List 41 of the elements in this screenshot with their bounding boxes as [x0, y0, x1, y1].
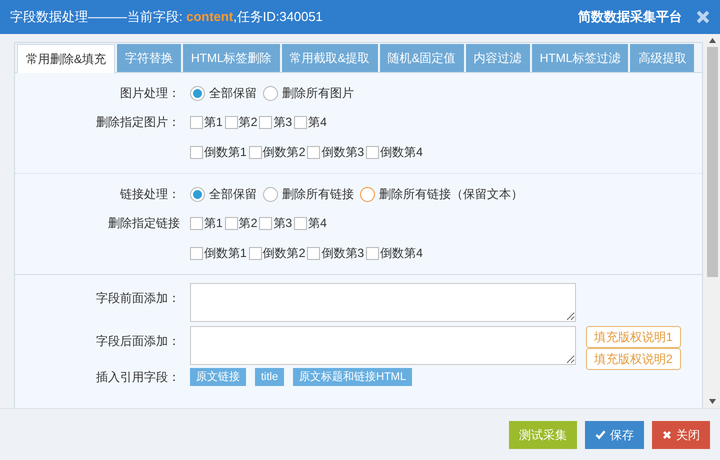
window-title: 字段数据处理———当前字段: content,任务ID:340051: [10, 8, 323, 26]
scroll-down-icon[interactable]: [709, 399, 716, 404]
scroll-up-icon[interactable]: [709, 38, 716, 43]
field-label: 图片处理：: [120, 85, 180, 102]
checkbox-option[interactable]: 倒数第2: [248, 143, 306, 161]
radio-option[interactable]: 全部保留: [190, 84, 257, 102]
checkbox-option[interactable]: 倒数第1: [190, 143, 247, 161]
checkbox-option[interactable]: 倒数第1: [190, 244, 247, 262]
checkbox-option[interactable]: 倒数第3: [307, 143, 364, 161]
checkbox-option[interactable]: 第3: [259, 214, 292, 232]
radio-option[interactable]: 全部保留: [190, 185, 257, 203]
checkbox-option[interactable]: 第2: [224, 113, 258, 131]
footer-button[interactable]: 保存: [585, 420, 644, 448]
checkbox-option[interactable]: 第2: [224, 214, 258, 232]
field-label: 字段前面添加：: [96, 290, 180, 307]
checkbox-option[interactable]: 倒数第2: [248, 244, 306, 262]
scrollbar-thumb[interactable]: [707, 47, 718, 277]
check-icon: [595, 429, 606, 440]
checkbox-option[interactable]: 第4: [294, 113, 327, 131]
checkbox-option[interactable]: 倒数第4: [366, 143, 423, 161]
checkbox-option[interactable]: 第3: [259, 113, 292, 131]
checkbox-option[interactable]: 第1: [190, 214, 223, 232]
radio-option[interactable]: 删除所有图片: [263, 84, 354, 102]
radio-option[interactable]: 删除所有链接（保留文本）: [360, 185, 523, 203]
checkbox-option[interactable]: 倒数第4: [366, 244, 423, 262]
field-label: 链接处理：: [120, 186, 180, 203]
field-label: 删除指定图片：: [96, 114, 180, 131]
footer-button[interactable]: 关闭: [652, 420, 710, 448]
text-area[interactable]: [190, 283, 576, 322]
checkbox-option[interactable]: 倒数第3: [307, 244, 364, 262]
radio-option[interactable]: 删除所有链接: [263, 185, 354, 203]
field-label: 字段后面添加：: [96, 333, 180, 350]
checkbox-option[interactable]: 第1: [190, 113, 223, 131]
checkbox-option[interactable]: 第4: [294, 214, 327, 232]
close-icon[interactable]: [696, 10, 710, 24]
tab[interactable]: 常用删除&填充: [17, 44, 116, 73]
brand-title: 简数数据采集平台: [578, 8, 682, 26]
close-icon: [662, 430, 672, 440]
field-label: 插入引用字段：: [96, 369, 180, 386]
text-area[interactable]: [190, 326, 576, 365]
field-label: 删除指定链接: [108, 215, 180, 232]
